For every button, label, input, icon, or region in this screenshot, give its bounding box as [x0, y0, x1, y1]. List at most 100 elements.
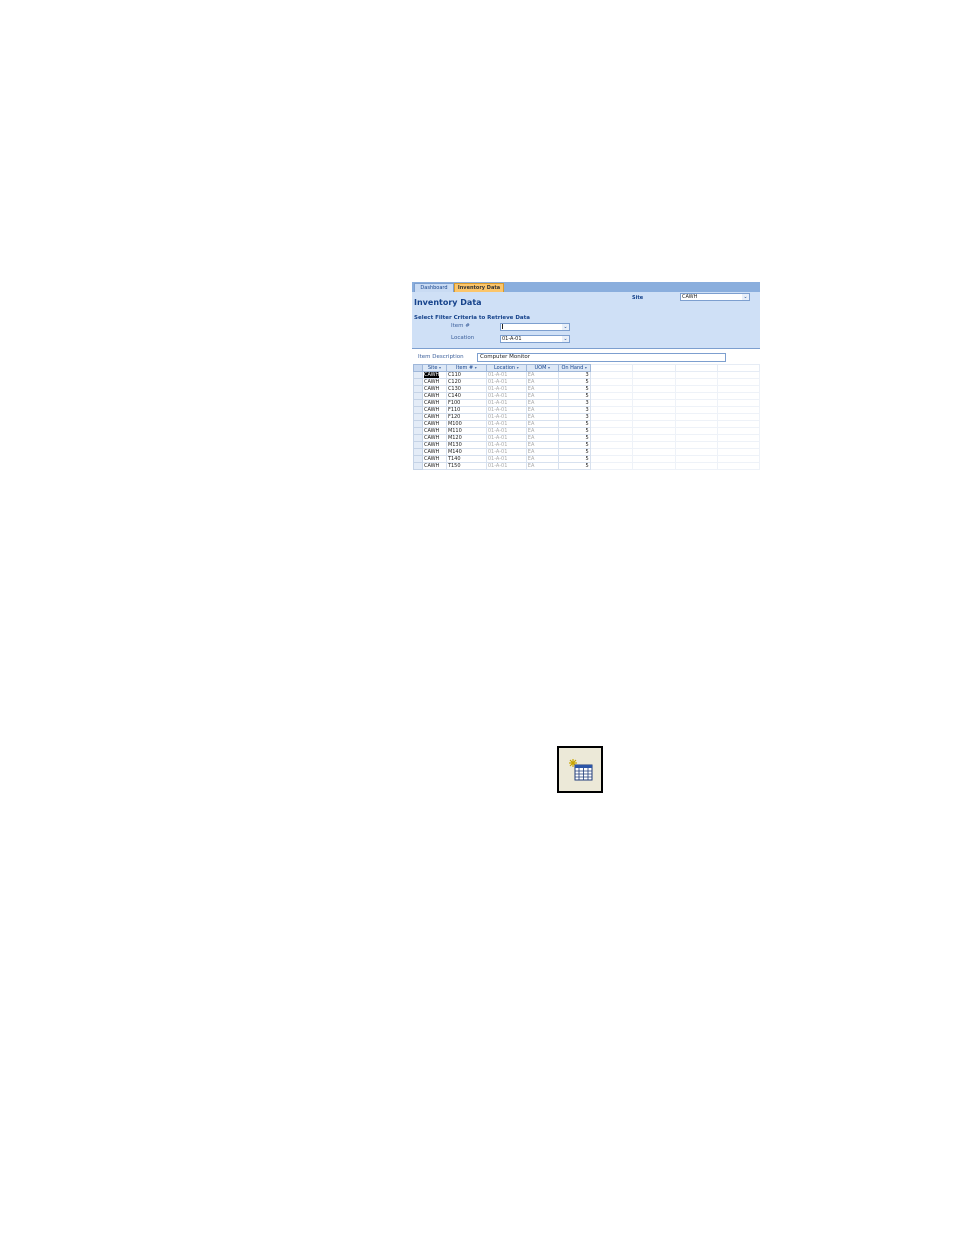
cell-on-hand[interactable]: 3 [557, 413, 591, 421]
cell-uom[interactable]: EA [525, 385, 559, 393]
cell-location[interactable]: 01-A-01 [485, 455, 527, 463]
table-row[interactable]: CAWH T140 01-A-01 EA 5 [413, 455, 760, 463]
cell-on-hand[interactable]: 5 [557, 441, 591, 449]
cell-uom[interactable]: EA [525, 455, 559, 463]
tab-dashboard[interactable]: Dashboard [414, 283, 454, 292]
table-row[interactable]: CAWH T150 01-A-01 EA 5 [413, 462, 760, 470]
cell-item[interactable]: M140 [445, 448, 487, 456]
table-row[interactable]: CAWH F120 01-A-01 EA 3 [413, 413, 760, 421]
cell-uom[interactable]: EA [525, 434, 559, 442]
cell-uom[interactable]: EA [525, 413, 559, 421]
cell-item[interactable]: C110 [445, 371, 487, 379]
cell-on-hand[interactable]: 3 [557, 371, 591, 379]
item-number-combo[interactable]: ⌄ [500, 323, 570, 331]
site-combo[interactable]: CAWH ⌄ [680, 293, 750, 301]
column-header-on-hand[interactable]: On Hand ▾ [557, 364, 591, 372]
cell-item[interactable]: M100 [445, 420, 487, 428]
cell-location[interactable]: 01-A-01 [485, 378, 527, 386]
cell-uom[interactable]: EA [525, 441, 559, 449]
table-row[interactable]: CAWH F100 01-A-01 EA 3 [413, 399, 760, 407]
cell-item[interactable]: T150 [445, 462, 487, 470]
cell-on-hand[interactable]: 5 [557, 448, 591, 456]
cell-uom[interactable]: EA [525, 406, 559, 414]
cell-site[interactable]: CAWH [421, 462, 447, 470]
sort-dropdown-icon[interactable]: ▾ [548, 366, 550, 371]
new-datasheet-button[interactable] [557, 746, 603, 793]
row-selector[interactable] [413, 399, 423, 407]
cell-uom[interactable]: EA [525, 448, 559, 456]
cell-uom[interactable]: EA [525, 399, 559, 407]
cell-site[interactable]: CAWH [421, 427, 447, 435]
row-selector[interactable] [413, 406, 423, 414]
cell-on-hand[interactable]: 5 [557, 455, 591, 463]
cell-item[interactable]: C130 [445, 385, 487, 393]
cell-location[interactable]: 01-A-01 [485, 420, 527, 428]
table-row[interactable]: CAWH M130 01-A-01 EA 5 [413, 441, 760, 449]
table-row[interactable]: CAWH C120 01-A-01 EA 5 [413, 378, 760, 386]
cell-uom[interactable]: EA [525, 427, 559, 435]
cell-location[interactable]: 01-A-01 [485, 399, 527, 407]
cell-uom[interactable]: EA [525, 371, 559, 379]
column-header-item[interactable]: Item # ▾ [445, 364, 487, 372]
table-row[interactable]: CAWH F110 01-A-01 EA 3 [413, 406, 760, 414]
cell-site[interactable]: CAWH [421, 434, 447, 442]
row-selector[interactable] [413, 371, 423, 379]
cell-site[interactable]: CAWH [421, 420, 447, 428]
cell-site[interactable]: CAWH [421, 455, 447, 463]
cell-site[interactable]: CAWH [421, 441, 447, 449]
cell-item[interactable]: M120 [445, 434, 487, 442]
row-selector[interactable] [413, 413, 423, 421]
cell-site[interactable]: CAWH [421, 406, 447, 414]
cell-location[interactable]: 01-A-01 [485, 406, 527, 414]
cell-location[interactable]: 01-A-01 [485, 434, 527, 442]
cell-site[interactable]: CAWH [421, 413, 447, 421]
cell-item[interactable]: T140 [445, 455, 487, 463]
row-selector[interactable] [413, 448, 423, 456]
cell-item[interactable]: F120 [445, 413, 487, 421]
select-all-cell[interactable] [413, 364, 423, 372]
row-selector[interactable] [413, 427, 423, 435]
sort-dropdown-icon[interactable]: ▾ [517, 366, 519, 371]
cell-on-hand[interactable]: 5 [557, 427, 591, 435]
row-selector[interactable] [413, 378, 423, 386]
cell-location[interactable]: 01-A-01 [485, 448, 527, 456]
row-selector[interactable] [413, 385, 423, 393]
sort-dropdown-icon[interactable]: ▾ [585, 366, 587, 371]
cell-site[interactable]: CAWH [421, 399, 447, 407]
cell-site[interactable]: CAWH [421, 448, 447, 456]
row-selector[interactable] [413, 392, 423, 400]
cell-on-hand[interactable]: 5 [557, 378, 591, 386]
row-selector[interactable] [413, 455, 423, 463]
cell-item[interactable]: M110 [445, 427, 487, 435]
chevron-down-icon[interactable]: ⌄ [562, 336, 569, 342]
row-selector[interactable] [413, 441, 423, 449]
cell-uom[interactable]: EA [525, 420, 559, 428]
cell-location[interactable]: 01-A-01 [485, 462, 527, 470]
cell-location[interactable]: 01-A-01 [485, 441, 527, 449]
column-header-site[interactable]: Site ▾ [421, 364, 447, 372]
table-row[interactable]: CAWH M120 01-A-01 EA 5 [413, 434, 760, 442]
row-selector[interactable] [413, 420, 423, 428]
cell-item[interactable]: C140 [445, 392, 487, 400]
cell-location[interactable]: 01-A-01 [485, 371, 527, 379]
table-row[interactable]: CAWH C110 01-A-01 EA 3 [413, 371, 760, 379]
sort-dropdown-icon[interactable]: ▾ [439, 366, 441, 371]
table-row[interactable]: CAWH M100 01-A-01 EA 5 [413, 420, 760, 428]
chevron-down-icon[interactable]: ⌄ [742, 294, 749, 300]
cell-uom[interactable]: EA [525, 462, 559, 470]
item-description-field[interactable]: Computer Monitor [477, 353, 726, 362]
table-row[interactable]: CAWH M140 01-A-01 EA 5 [413, 448, 760, 456]
cell-item[interactable]: F110 [445, 406, 487, 414]
cell-on-hand[interactable]: 3 [557, 399, 591, 407]
cell-on-hand[interactable]: 3 [557, 406, 591, 414]
location-combo[interactable]: 01-A-01 ⌄ [500, 335, 570, 343]
cell-on-hand[interactable]: 5 [557, 420, 591, 428]
cell-location[interactable]: 01-A-01 [485, 427, 527, 435]
cell-uom[interactable]: EA [525, 392, 559, 400]
cell-item[interactable]: F100 [445, 399, 487, 407]
table-row[interactable]: CAWH M110 01-A-01 EA 5 [413, 427, 760, 435]
cell-item[interactable]: M130 [445, 441, 487, 449]
table-row[interactable]: CAWH C140 01-A-01 EA 5 [413, 392, 760, 400]
cell-site[interactable]: CAWH [421, 378, 447, 386]
chevron-down-icon[interactable]: ⌄ [562, 324, 569, 330]
